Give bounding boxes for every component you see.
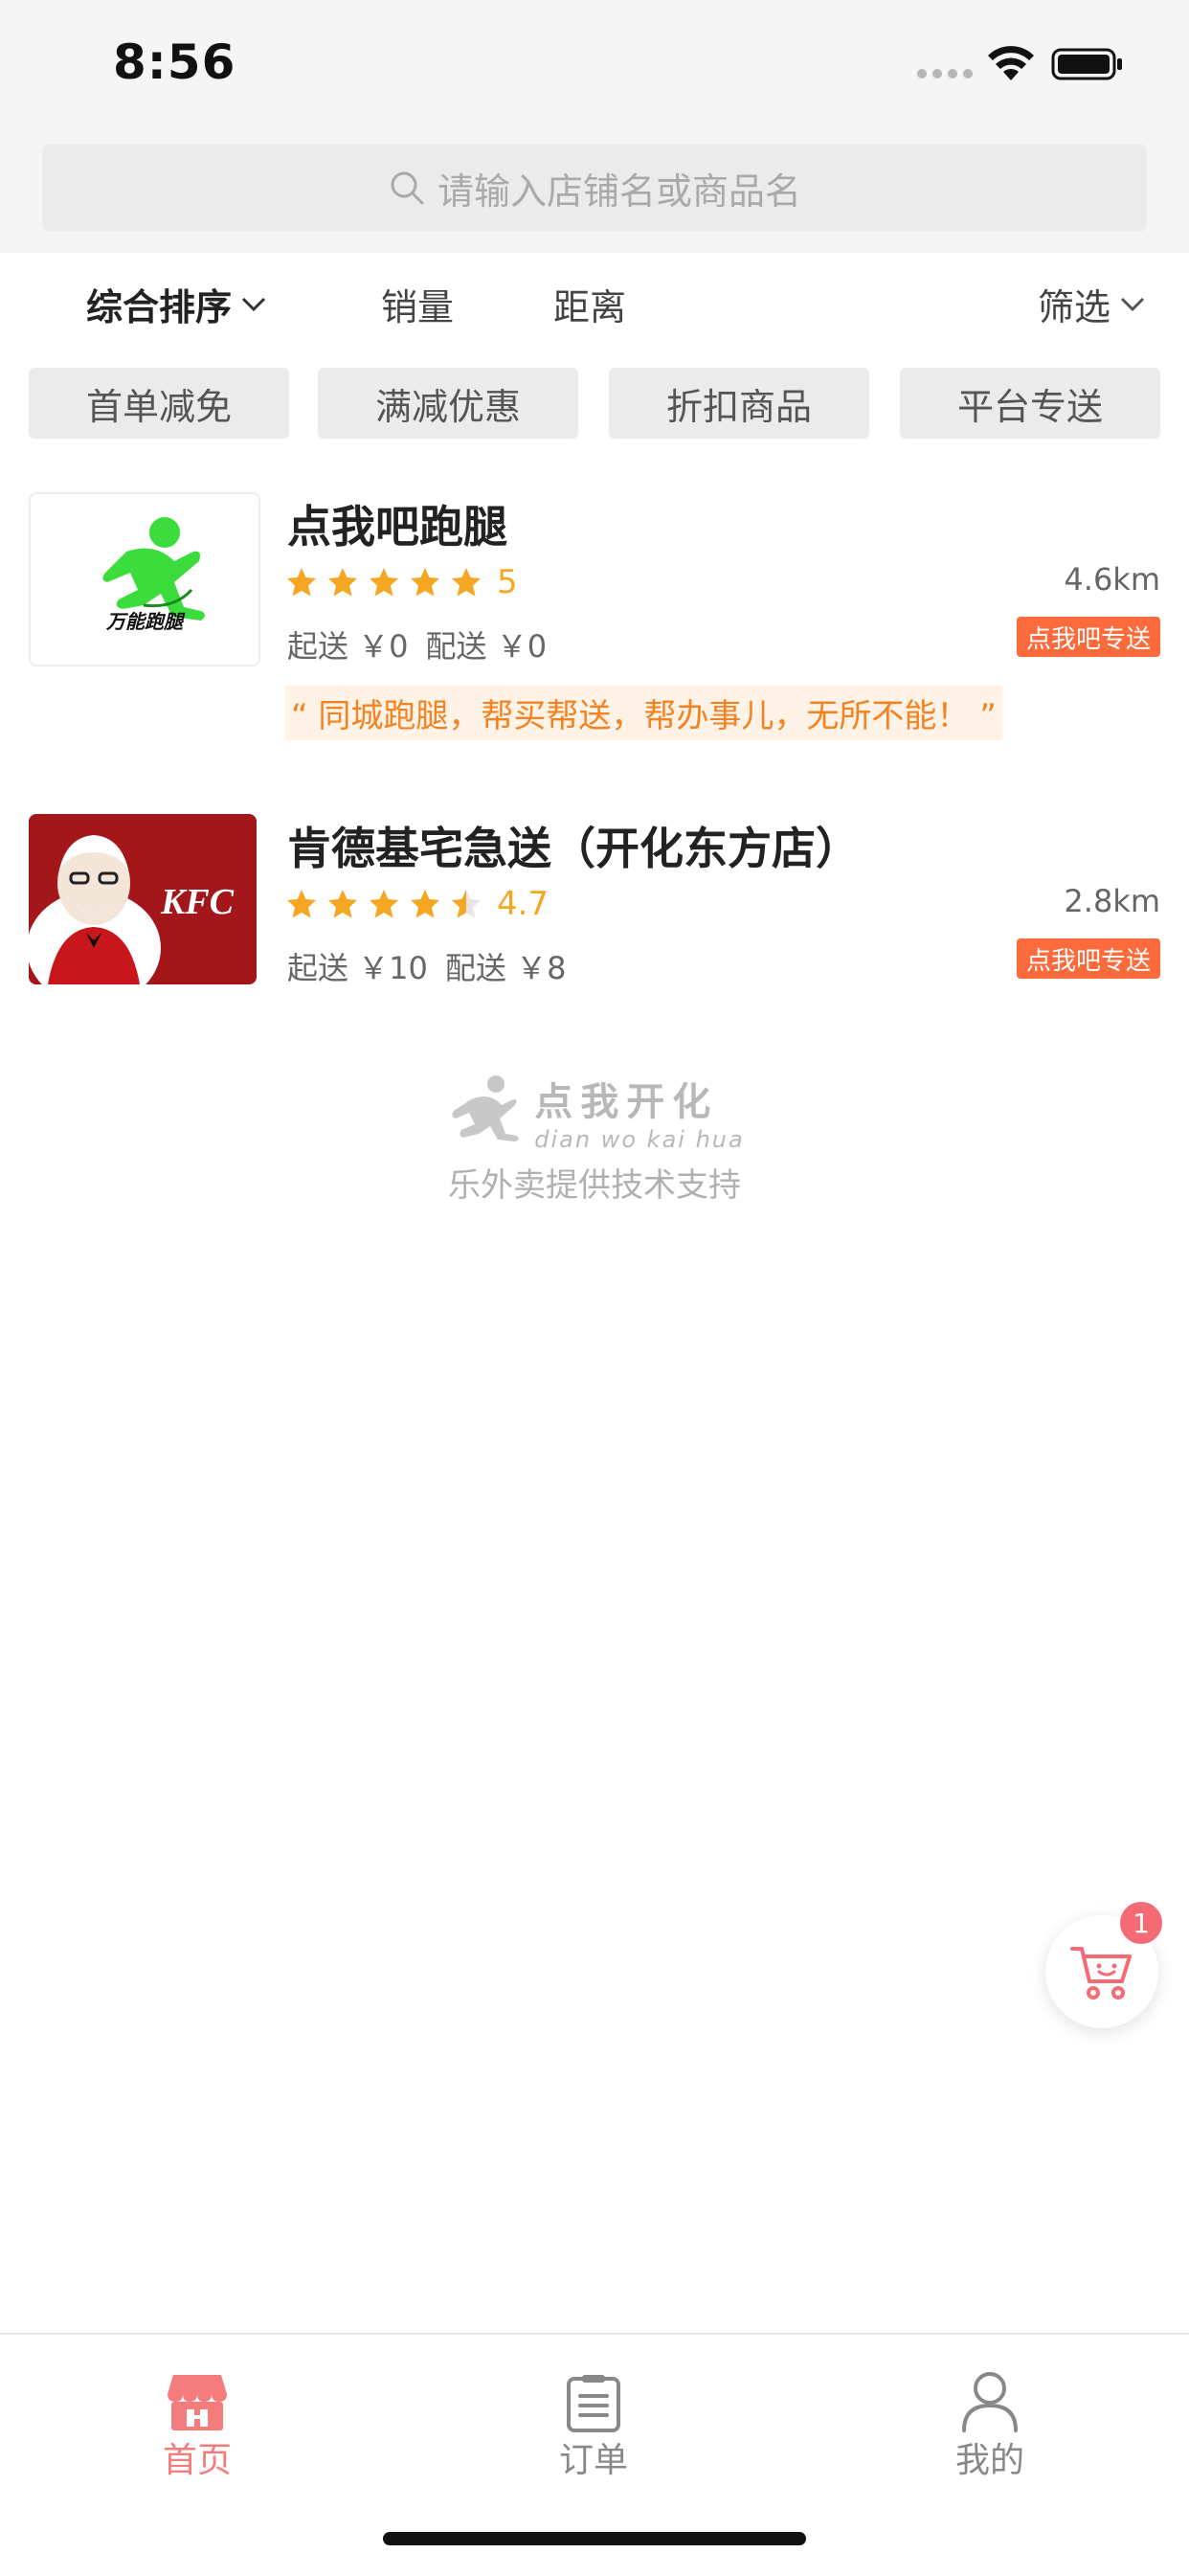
shop-distance: 4.6km	[1064, 561, 1160, 598]
chip-platform-delivery[interactable]: 平台专送	[900, 368, 1160, 439]
chevron-down-icon	[1120, 297, 1145, 311]
sort-sales-label: 销量	[381, 286, 455, 328]
promo-chips: 首单减免 满减优惠 折扣商品 平台专送	[0, 368, 1189, 439]
star-icon	[328, 890, 357, 918]
shop-slogan: “ 同城跑腿，帮买帮送，帮办事儿，无所不能！ ”	[285, 686, 1002, 740]
min-order: 起送 ￥10	[287, 950, 428, 986]
user-icon	[962, 2372, 1018, 2432]
rating-value: 4.7	[497, 885, 550, 923]
shop-card[interactable]: KFC 肯德基宅急送（开化东方店） 4.7 2.8km 起送 ￥10 配送 ￥8 …	[0, 814, 1189, 986]
star-icon	[411, 568, 439, 597]
star-icon	[287, 890, 316, 918]
star-icon	[328, 568, 357, 597]
star-icon	[370, 890, 398, 918]
home-indicator[interactable]	[383, 2532, 806, 2545]
status-time: 8:56	[113, 34, 236, 90]
shop-logo: KFC	[29, 814, 257, 984]
star-icon	[370, 568, 398, 597]
support-brand-pinyin: dian wo kai hua	[534, 1126, 745, 1153]
tab-home[interactable]: 首页	[101, 2360, 293, 2482]
min-order: 起送 ￥0	[287, 628, 409, 665]
status-bar: 8:56	[0, 0, 1189, 144]
sort-comprehensive-label: 综合排序	[86, 286, 233, 328]
sort-distance[interactable]: 距离	[553, 278, 626, 330]
sort-comprehensive[interactable]: 综合排序	[86, 278, 266, 330]
sort-sales[interactable]: 销量	[381, 278, 454, 330]
shop-logo: 万能跑腿	[29, 492, 260, 667]
shop-name: 肯德基宅急送（开化东方店）	[287, 823, 860, 874]
logo-text: 万能跑腿	[105, 610, 186, 633]
cellular-signal-icon	[917, 69, 973, 79]
search-input[interactable]: 请输入店铺名或商品名	[42, 144, 1147, 232]
shop-distance: 2.8km	[1064, 883, 1160, 919]
tab-orders[interactable]: 订单	[498, 2360, 689, 2482]
logo-text: KFC	[160, 882, 235, 922]
cart-icon	[1070, 1947, 1132, 2000]
sort-bar: 综合排序 销量 距离 筛选	[0, 253, 1189, 352]
store-icon	[168, 2375, 227, 2430]
support-text: 乐外卖提供技术支持	[448, 1166, 741, 1205]
chip-discount-full[interactable]: 满减优惠	[318, 368, 578, 439]
order-list-icon	[567, 2375, 620, 2432]
battery-icon	[1051, 48, 1122, 80]
star-half-icon	[452, 890, 481, 918]
search-placeholder: 请输入店铺名或商品名	[437, 169, 801, 213]
tab-home-label: 首页	[162, 2441, 232, 2480]
sort-distance-label: 距离	[553, 286, 627, 328]
delivery-fee: 配送 ￥0	[425, 628, 548, 665]
runner-icon	[452, 1075, 519, 1141]
cart-badge: 1	[1120, 1902, 1162, 1944]
tab-orders-label: 订单	[558, 2441, 628, 2480]
chip-first-order[interactable]: 首单减免	[29, 368, 289, 439]
runner-logo: 万能跑腿	[102, 517, 205, 633]
chip-discount-goods[interactable]: 折扣商品	[609, 368, 869, 439]
filter-label: 筛选	[1038, 286, 1111, 328]
shop-card[interactable]: 万能跑腿 点我吧跑腿 5 4.6km 起送 ￥0 配送 ￥0 点我吧专送 “ 同城…	[0, 492, 1189, 751]
support-brand: 点我开化	[534, 1080, 719, 1124]
delivery-tag: 点我吧专送	[1016, 617, 1160, 657]
filter-button[interactable]: 筛选	[1038, 278, 1145, 330]
search-area: 请输入店铺名或商品名	[0, 144, 1189, 253]
star-icon	[287, 568, 316, 597]
support-logo: 点我开化 dian wo kai hua	[0, 1071, 1189, 1153]
tab-profile-label: 我的	[954, 2441, 1024, 2480]
rating-stars: 4.7	[285, 885, 549, 923]
search-icon	[391, 171, 424, 205]
rating-value: 5	[497, 563, 518, 601]
shop-name: 点我吧跑腿	[287, 501, 507, 553]
delivery-fee: 配送 ￥8	[444, 950, 567, 986]
star-icon	[452, 568, 481, 597]
chevron-down-icon	[241, 297, 266, 311]
wifi-icon	[988, 46, 1034, 80]
star-icon	[411, 890, 439, 918]
kfc-logo: KFC	[29, 814, 257, 984]
tab-profile[interactable]: 我的	[894, 2360, 1086, 2482]
shop-fees: 起送 ￥0 配送 ￥0	[287, 622, 564, 667]
delivery-tag: 点我吧专送	[1016, 938, 1160, 979]
shop-fees: 起送 ￥10 配送 ￥8	[287, 944, 583, 988]
tech-support: 点我开化 dian wo kai hua 乐外卖提供技术支持	[0, 1071, 1189, 1206]
rating-stars: 5	[285, 563, 518, 601]
